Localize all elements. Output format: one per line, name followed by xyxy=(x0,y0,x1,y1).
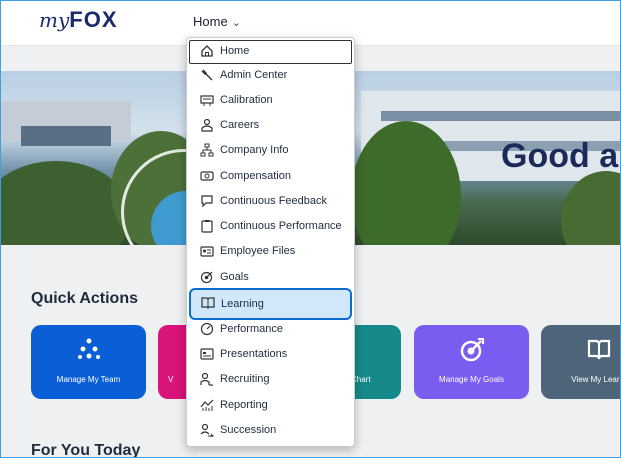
learning-book-icon xyxy=(541,337,620,361)
logo-main: FOX xyxy=(69,7,118,32)
tile-label: View My Learni xyxy=(571,375,621,384)
menu-item-label: Admin Center xyxy=(220,69,288,81)
greeting-text: Good a xyxy=(501,137,619,175)
wrench-icon xyxy=(200,68,214,82)
menu-item-employee-files[interactable]: Employee Files xyxy=(190,241,349,263)
feedback-icon xyxy=(200,194,214,208)
menu-item-presentations[interactable]: Presentations xyxy=(190,344,349,366)
quick-actions-title: Quick Actions xyxy=(31,290,138,307)
menu-item-label: Presentations xyxy=(220,348,288,360)
menu-item-label: Calibration xyxy=(220,94,273,106)
menu-item-label: Employee Files xyxy=(220,245,296,257)
tile-manage-my-goals[interactable]: Manage My Goals xyxy=(414,325,529,399)
home-menu-label: Home xyxy=(193,14,228,29)
menu-item-label: Continuous Feedback xyxy=(220,195,328,207)
menu-item-label: Recruiting xyxy=(220,373,270,385)
org-structure-icon xyxy=(200,143,214,157)
performance-icon xyxy=(200,322,214,336)
logo[interactable]: myFOX xyxy=(39,7,118,33)
menu-item-continuous-performance[interactable]: Continuous Performance xyxy=(190,216,349,238)
menu-item-careers[interactable]: Careers xyxy=(190,115,349,137)
reporting-icon xyxy=(200,398,214,412)
home-icon xyxy=(200,44,214,58)
menu-item-label: Careers xyxy=(220,119,260,131)
menu-item-goals[interactable]: Goals xyxy=(190,267,349,289)
menu-item-continuous-feedback[interactable]: Continuous Feedback xyxy=(190,191,349,213)
menu-item-recruiting[interactable]: Recruiting xyxy=(190,369,349,391)
menu-item-succession[interactable]: Succession xyxy=(190,420,349,442)
home-dropdown-menu: Home Admin Center Calibration Careers Co… xyxy=(186,37,355,447)
app-frame: myFOX Home ⌄ Good a Quick Actions Manage … xyxy=(0,0,621,458)
menu-item-admin-center[interactable]: Admin Center xyxy=(190,65,349,87)
menu-item-performance[interactable]: Performance xyxy=(190,319,349,341)
learning-icon xyxy=(201,296,215,310)
tile-label: Manage My Goals xyxy=(439,375,504,384)
menu-item-label: Continuous Performance xyxy=(220,220,342,232)
for-you-today-title: For You Today xyxy=(31,442,141,458)
menu-item-compensation[interactable]: Compensation xyxy=(190,166,349,188)
money-icon xyxy=(200,169,214,183)
menu-item-label: Learning xyxy=(221,298,264,310)
goal-icon xyxy=(200,270,214,284)
menu-item-learning[interactable]: Learning xyxy=(189,288,352,320)
menu-item-company-info[interactable]: Company Info xyxy=(190,140,349,162)
tile-view-my-learning[interactable]: View My Learni xyxy=(541,325,621,399)
succession-icon xyxy=(200,423,214,437)
menu-item-label: Goals xyxy=(220,271,249,283)
goal-target-icon xyxy=(414,337,529,363)
clipboard-icon xyxy=(200,219,214,233)
logo-prefix: my xyxy=(39,8,70,32)
team-icon xyxy=(31,337,146,361)
menu-item-label: Succession xyxy=(220,424,277,436)
menu-item-label: Compensation xyxy=(220,170,291,182)
tile-manage-my-team[interactable]: Manage My Team xyxy=(31,325,146,399)
menu-item-label: Company Info xyxy=(220,144,289,156)
menu-item-label: Home xyxy=(220,45,250,57)
home-menu-button[interactable]: Home ⌄ xyxy=(193,14,241,29)
chevron-down-icon: ⌄ xyxy=(231,17,241,29)
presentation-icon xyxy=(200,347,214,361)
recruiting-icon xyxy=(200,372,214,386)
menu-item-home[interactable]: Home xyxy=(189,40,352,64)
id-card-icon xyxy=(200,244,214,258)
menu-item-calibration[interactable]: Calibration xyxy=(190,90,349,112)
menu-item-reporting[interactable]: Reporting xyxy=(190,395,349,417)
menu-item-label: Reporting xyxy=(220,399,268,411)
tile-label: Manage My Team xyxy=(56,375,121,384)
careers-icon xyxy=(200,118,214,132)
calibration-icon xyxy=(200,93,214,107)
menu-item-label: Performance xyxy=(220,323,283,335)
